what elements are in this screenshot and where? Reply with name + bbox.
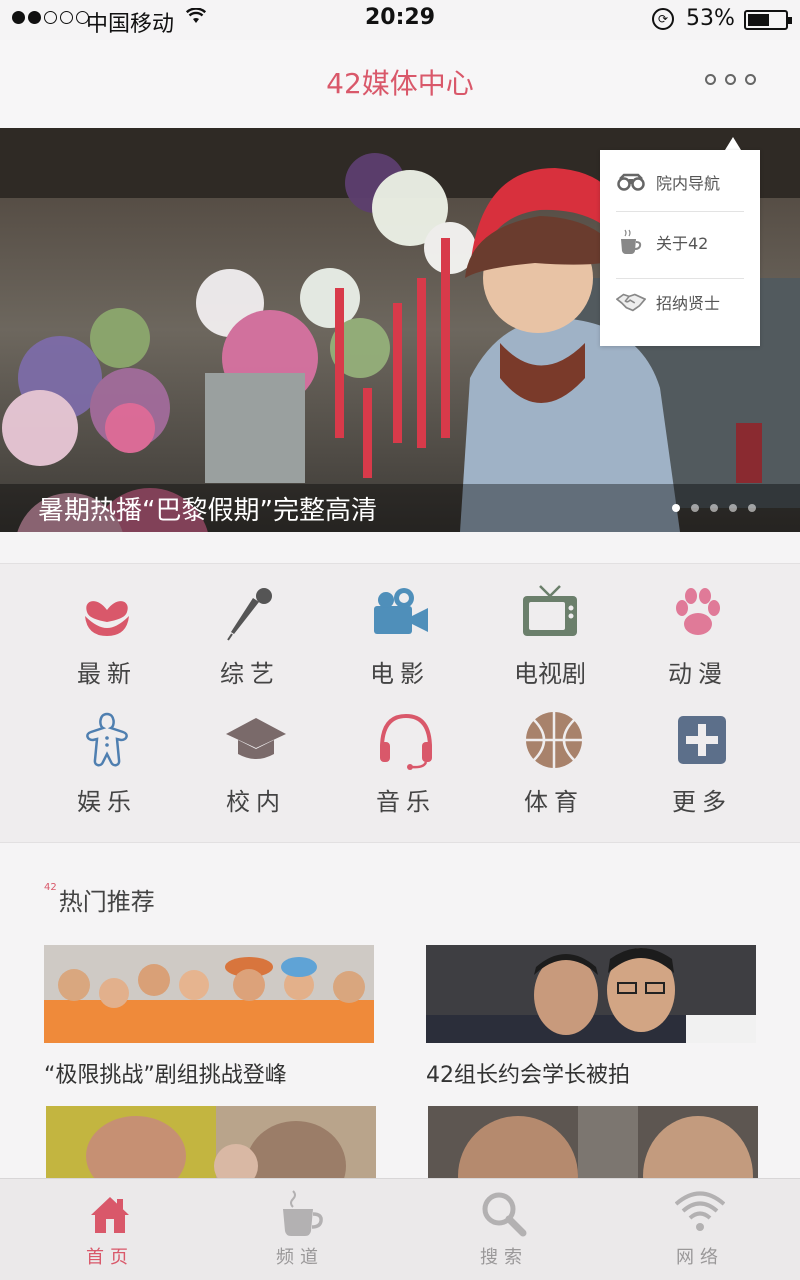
category-label: 综艺 [220, 660, 280, 688]
handshake-icon [616, 291, 646, 313]
navigation-bar: 42媒体中心 [0, 40, 800, 128]
category-anime[interactable]: 动漫 [628, 564, 768, 688]
page-dot[interactable] [729, 504, 737, 512]
tab-label: 搜索 [480, 1247, 528, 1268]
search-icon [479, 1189, 529, 1239]
options-popover-menu: 院内导航 关于42 招纳贤士 [600, 150, 760, 346]
tab-label: 首页 [86, 1247, 134, 1268]
menu-item-label: 招纳贤士 [656, 294, 721, 313]
menu-item-label: 关于42 [656, 234, 709, 253]
microphone-icon [220, 582, 280, 642]
tab-home[interactable]: 首页 [10, 1179, 210, 1280]
tab-label: 网络 [676, 1247, 724, 1268]
tab-label: 频道 [276, 1247, 324, 1268]
menu-item-campus-navigation[interactable]: 院内导航 [616, 152, 744, 212]
recommend-card[interactable]: “极限挑战”剧组挑战登峰 [44, 945, 374, 1089]
category-grid: 最新 综艺 电影 电视剧 动漫 娱乐 校内 音乐 体育 更多 [0, 563, 800, 843]
tulip-heart-icon [77, 582, 137, 642]
page-title: 42媒体中心 [326, 67, 474, 100]
category-label: 音乐 [376, 788, 436, 816]
banner-caption: 暑期热播“巴黎假期”完整高清 [38, 496, 377, 526]
banner-page-indicator[interactable] [672, 504, 756, 512]
battery-percentage: 53% [686, 6, 735, 31]
plus-box-icon [672, 710, 732, 770]
card-thumbnail [44, 945, 374, 1043]
wifi-icon [674, 1189, 726, 1239]
home-icon [85, 1189, 135, 1239]
menu-item-recruitment[interactable]: 招纳贤士 [616, 272, 744, 332]
category-label: 电视剧 [514, 660, 586, 688]
clock-time: 20:29 [364, 5, 436, 30]
category-label: 校内 [226, 788, 286, 816]
hot-section-title: 42热门推荐 [44, 882, 155, 917]
section-title-text: 热门推荐 [58, 888, 155, 916]
menu-item-label: 院内导航 [656, 174, 721, 193]
category-variety[interactable]: 综艺 [180, 564, 320, 688]
page-dot[interactable] [691, 504, 699, 512]
category-movies[interactable]: 电影 [330, 564, 470, 688]
category-music[interactable]: 音乐 [336, 692, 476, 816]
category-label: 娱乐 [77, 788, 137, 816]
tab-bar: 首页 频道 搜索 网络 [0, 1178, 800, 1280]
tv-icon [520, 582, 580, 642]
category-label: 电影 [370, 660, 430, 688]
category-label: 动漫 [668, 660, 728, 688]
status-bar: 中国移动 20:29 ⟳ 53% [0, 0, 800, 40]
category-label: 最新 [77, 660, 137, 688]
page-dot[interactable] [672, 504, 680, 512]
page-dot[interactable] [748, 504, 756, 512]
category-label: 体育 [524, 788, 584, 816]
app-screen: 中国移动 20:29 ⟳ 53% 42媒体中心 暑期热播“巴黎假期”完整高清 院… [0, 0, 800, 1280]
category-sports[interactable]: 体育 [484, 692, 624, 816]
paw-icon [668, 582, 728, 642]
category-label: 更多 [672, 788, 732, 816]
card-title: 42组长约会学长被拍 [426, 1063, 630, 1088]
category-tv-series[interactable]: 电视剧 [480, 564, 620, 688]
tab-search[interactable]: 搜索 [404, 1179, 604, 1280]
page-dot[interactable] [710, 504, 718, 512]
category-entertainment[interactable]: 娱乐 [37, 692, 177, 816]
headphones-icon [376, 710, 436, 770]
card-title: “极限挑战”剧组挑战登峰 [44, 1063, 287, 1088]
basketball-icon [524, 710, 584, 770]
section-badge: 42 [44, 882, 57, 893]
tab-channels[interactable]: 频道 [200, 1179, 400, 1280]
category-more[interactable]: 更多 [632, 692, 772, 816]
binoculars-icon [616, 173, 646, 191]
graduation-cap-icon [226, 710, 286, 770]
gingerbread-icon [77, 710, 137, 770]
menu-item-about[interactable]: 关于42 [616, 212, 744, 272]
tab-network[interactable]: 网络 [600, 1179, 800, 1280]
video-camera-icon [370, 582, 430, 642]
battery-icon [744, 10, 792, 30]
coffee-icon [275, 1189, 325, 1239]
popover-arrow [725, 137, 741, 150]
more-options-button[interactable] [705, 74, 756, 85]
card-thumbnail [426, 945, 756, 1043]
rotation-lock-icon: ⟳ [652, 8, 674, 30]
category-latest[interactable]: 最新 [37, 564, 177, 688]
banner-caption-bar: 暑期热播“巴黎假期”完整高清 [0, 484, 800, 532]
coffee-cup-icon [616, 229, 646, 255]
recommend-card[interactable]: 42组长约会学长被拍 [426, 945, 756, 1089]
category-campus[interactable]: 校内 [186, 692, 326, 816]
